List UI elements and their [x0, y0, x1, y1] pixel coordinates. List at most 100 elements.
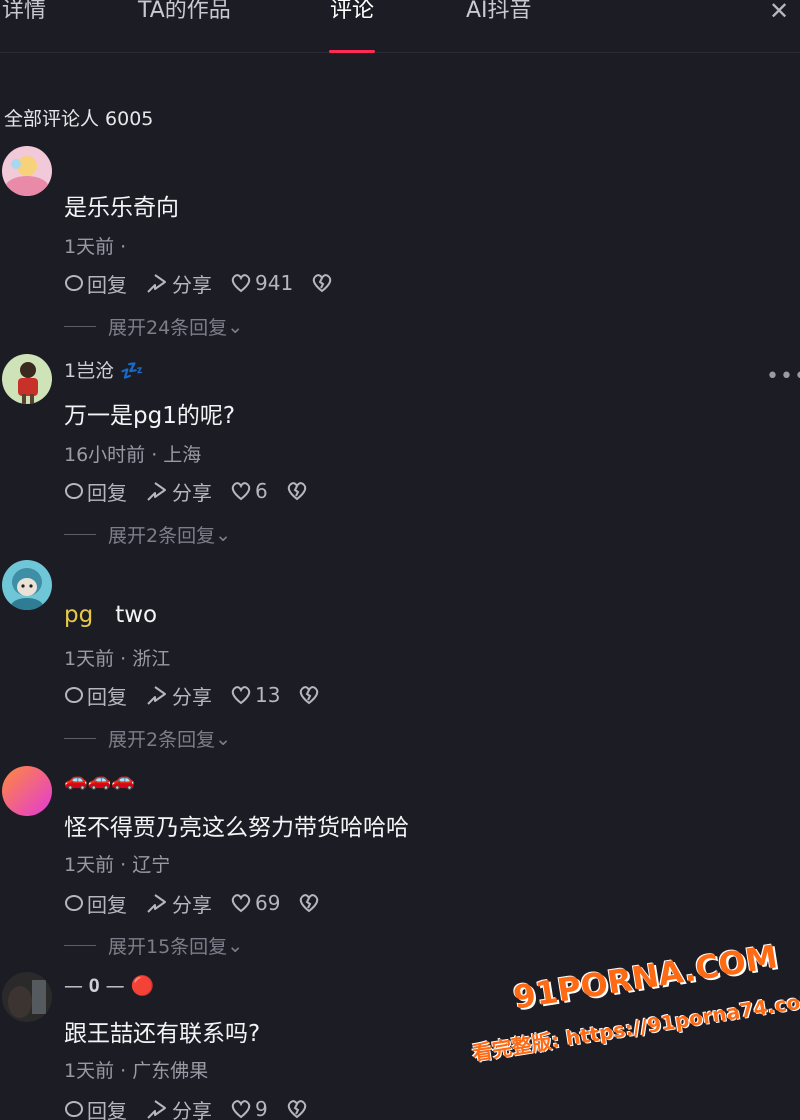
heart-icon	[231, 482, 251, 501]
comment-actions: 回复 分享 6	[64, 477, 329, 506]
expand-replies-label: 展开24条回复	[108, 317, 228, 339]
share-icon	[147, 894, 166, 913]
like-button[interactable]: 9	[230, 1097, 268, 1120]
expand-replies-label: 展开2条回复	[108, 525, 216, 547]
reply-icon	[65, 687, 83, 703]
share-label: 分享	[172, 480, 212, 505]
comment-highlight: pg	[64, 602, 94, 628]
comment-content: 跟王喆还有联系吗?	[64, 1021, 261, 1047]
share-icon	[147, 482, 166, 501]
comment-content: 怪不得贾乃亮这么努力带货哈哈哈	[64, 815, 409, 841]
reply-label: 回复	[87, 480, 127, 505]
share-icon	[147, 1100, 166, 1119]
expand-replies-button[interactable]: 展开2条回复 ⌄	[64, 521, 231, 548]
avatar[interactable]	[2, 766, 52, 816]
reply-label: 回复	[87, 684, 127, 709]
avatar[interactable]	[2, 354, 52, 404]
heart-icon	[231, 274, 251, 293]
comment-meta: 1天前 · 辽宁	[64, 854, 171, 876]
share-button[interactable]: 分享	[145, 889, 212, 918]
share-label: 分享	[172, 1098, 212, 1120]
chevron-down-icon: ⌄	[227, 315, 244, 338]
like-count: 69	[255, 891, 281, 915]
expand-replies-button[interactable]: 展开24条回复 ⌄	[64, 313, 243, 340]
active-tab-indicator	[329, 50, 375, 53]
reply-label: 回复	[87, 1098, 127, 1120]
like-count: 6	[255, 479, 268, 503]
dislike-button[interactable]	[286, 481, 311, 501]
heart-icon	[231, 894, 251, 913]
tab-bar: 详情 TA的作品 评论 AI抖音 ✕	[0, 0, 800, 53]
expand-replies-label: 展开15条回复	[108, 936, 228, 958]
share-button[interactable]: 分享	[145, 269, 212, 298]
comment-username[interactable]: — 𝟎 — 🔴	[64, 974, 154, 997]
reply-icon	[65, 1101, 83, 1117]
dislike-button[interactable]	[298, 685, 323, 705]
like-button[interactable]: 941	[230, 271, 293, 295]
share-icon	[147, 274, 166, 293]
reply-button[interactable]: 回复	[64, 477, 127, 506]
tab-ai-douyin[interactable]: AI抖音	[466, 0, 532, 26]
avatar[interactable]	[2, 560, 52, 610]
comment-text: two	[115, 602, 158, 628]
comment-actions: 回复 分享 69	[64, 889, 341, 918]
comments-screen: 详情 TA的作品 评论 AI抖音 ✕ 全部评论人 6005 是乐乐奇向 1天前 …	[0, 0, 800, 1120]
reply-label: 回复	[87, 272, 127, 297]
close-icon[interactable]: ✕	[764, 0, 794, 26]
dislike-button[interactable]	[298, 893, 323, 913]
reply-button[interactable]: 回复	[64, 681, 127, 710]
like-count: 13	[255, 683, 281, 707]
broken-heart-icon	[312, 274, 332, 293]
expand-replies-button[interactable]: 展开15条回复 ⌄	[64, 932, 243, 959]
comment-meta: 16小时前 · 上海	[64, 444, 202, 466]
comment-meta: 1天前 · 浙江	[64, 648, 171, 670]
comment-content: 万一是pg1的呢?	[64, 403, 236, 429]
tab-comments[interactable]: 评论	[330, 0, 374, 26]
share-label: 分享	[172, 892, 212, 917]
expand-replies-label: 展开2条回复	[108, 729, 216, 751]
like-button[interactable]: 13	[230, 683, 280, 707]
tab-works[interactable]: TA的作品	[138, 0, 231, 26]
comment-actions: 回复 分享 9	[64, 1096, 329, 1120]
comment-actions: 回复 分享 941	[64, 269, 354, 298]
reply-icon	[65, 895, 83, 911]
reply-icon	[65, 275, 83, 291]
more-options-icon[interactable]: •••	[766, 364, 800, 389]
comment-count: 全部评论人 6005	[4, 108, 154, 130]
avatar[interactable]	[2, 972, 52, 1022]
divider	[64, 945, 96, 946]
comment-meta: 1天前 ·	[64, 236, 127, 258]
comment-actions: 回复 分享 13	[64, 681, 341, 710]
comment-content: pg two	[64, 602, 157, 628]
expand-replies-button[interactable]: 展开2条回复 ⌄	[64, 725, 231, 752]
like-count: 941	[255, 271, 294, 295]
comment-username[interactable]: 1岂沧 💤	[64, 356, 144, 383]
comment-username[interactable]: 🚗🚗🚗	[64, 768, 135, 791]
reply-button[interactable]: 回复	[64, 1095, 127, 1120]
chevron-down-icon: ⌄	[215, 523, 232, 546]
broken-heart-icon	[300, 894, 319, 913]
reply-label: 回复	[87, 892, 127, 917]
reply-button[interactable]: 回复	[64, 269, 127, 298]
chevron-down-icon: ⌄	[215, 727, 232, 750]
heart-icon	[231, 686, 251, 705]
broken-heart-icon	[300, 686, 319, 705]
like-button[interactable]: 69	[230, 891, 280, 915]
tab-details[interactable]: 详情	[2, 0, 46, 26]
like-button[interactable]: 6	[230, 479, 268, 503]
share-button[interactable]: 分享	[145, 1095, 212, 1120]
dislike-button[interactable]	[311, 273, 336, 293]
reply-button[interactable]: 回复	[64, 889, 127, 918]
avatar[interactable]	[2, 146, 52, 196]
broken-heart-icon	[287, 482, 306, 501]
dislike-button[interactable]	[286, 1099, 311, 1119]
share-button[interactable]: 分享	[145, 477, 212, 506]
broken-heart-icon	[287, 1100, 306, 1119]
share-button[interactable]: 分享	[145, 681, 212, 710]
heart-icon	[231, 1100, 251, 1119]
share-label: 分享	[172, 272, 212, 297]
like-count: 9	[255, 1097, 268, 1120]
share-label: 分享	[172, 684, 212, 709]
chevron-down-icon: ⌄	[227, 934, 244, 957]
share-icon	[147, 686, 166, 705]
